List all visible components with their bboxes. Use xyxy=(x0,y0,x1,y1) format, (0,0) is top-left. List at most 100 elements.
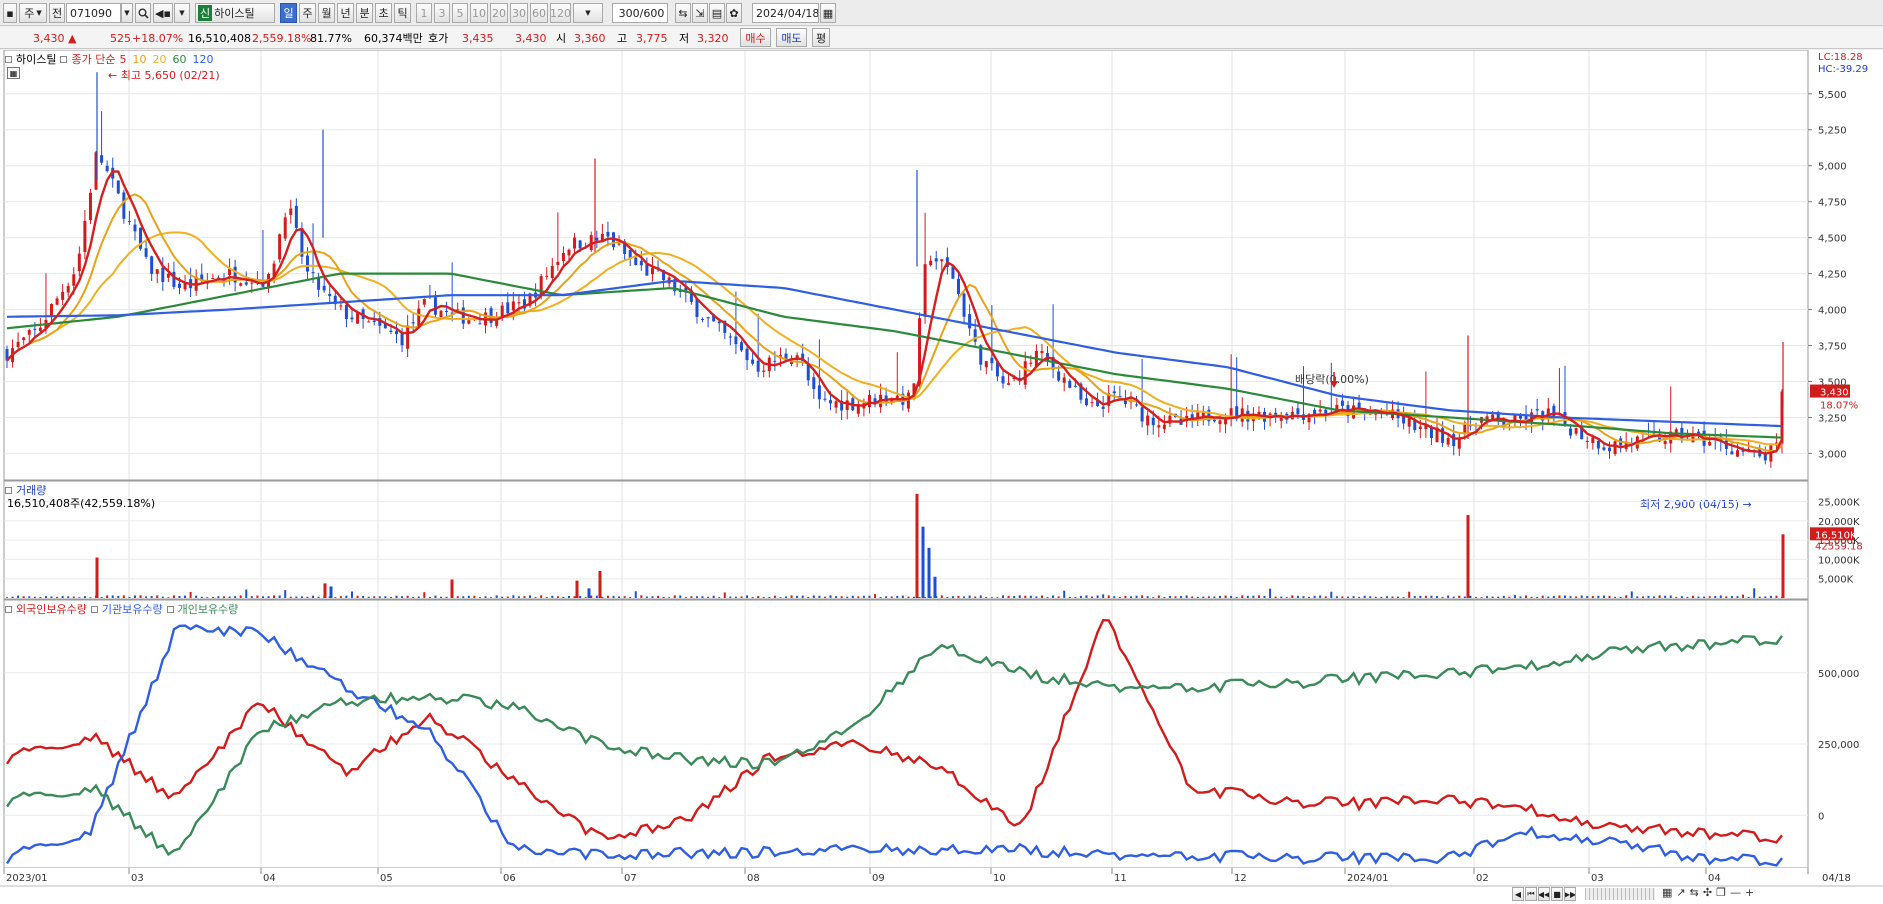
volume-bar xyxy=(974,596,977,598)
history-dropdown-icon[interactable]: ▼ xyxy=(174,3,190,23)
volume-bar xyxy=(634,591,637,598)
institution-holding-label: 기관보유수량 xyxy=(101,603,163,616)
volume-bar xyxy=(261,596,264,598)
prev-button[interactable]: 전 xyxy=(49,3,65,23)
change-rate: +18.07% xyxy=(132,31,184,45)
volume-bar xyxy=(1541,595,1544,598)
scale-icon[interactable]: ⇲ xyxy=(692,3,708,23)
volume-bar xyxy=(1207,596,1210,598)
tab-period-3[interactable]: 년 xyxy=(337,3,354,23)
price-y-tick-label: 5,500 xyxy=(1818,90,1847,101)
count-field[interactable]: 300/600 xyxy=(612,3,668,23)
volume-bar xyxy=(1224,595,1227,598)
date-field[interactable]: 2024/04/18 xyxy=(752,3,819,23)
volume-bar xyxy=(1491,596,1494,598)
volume-bar xyxy=(1664,595,1667,598)
candle-body xyxy=(968,314,972,329)
volume-bar xyxy=(1641,596,1644,598)
scroll-left-icon[interactable]: ◀ xyxy=(1512,887,1524,901)
interval-1[interactable]: 1 xyxy=(416,3,432,23)
volume-bar xyxy=(128,596,131,598)
tab-period-5[interactable]: 초 xyxy=(375,3,392,23)
interval-60[interactable]: 60 xyxy=(530,3,548,23)
candle-body xyxy=(895,395,899,399)
code-dropdown-icon[interactable]: ▼ xyxy=(121,3,133,23)
tab-period-0[interactable]: 일 xyxy=(280,3,297,23)
panel-menu-icon[interactable] xyxy=(5,55,12,63)
volume-bar xyxy=(1007,595,1010,598)
candle-body xyxy=(812,377,816,390)
volume-bar xyxy=(1369,596,1372,598)
candle-body xyxy=(116,180,120,194)
stock-code-input[interactable]: 071090 xyxy=(66,3,121,23)
tab-period-2[interactable]: 월 xyxy=(318,3,335,23)
interval-5[interactable]: 5 xyxy=(452,3,468,23)
stock-name-field[interactable]: 신 하이스틸 xyxy=(195,3,275,23)
panel-config-icon[interactable]: ▦ xyxy=(7,67,20,79)
tab-period-4[interactable]: 분 xyxy=(356,3,373,23)
crosshair-icon[interactable]: ✣ xyxy=(1703,886,1712,899)
panel-menu-icon[interactable] xyxy=(90,605,98,613)
search-icon[interactable] xyxy=(135,3,151,23)
volume-bar xyxy=(200,596,203,598)
candle-body xyxy=(517,302,521,304)
compare-icon[interactable]: ⇆ xyxy=(675,3,691,23)
chart-area[interactable]: 5,500 5,250 5,000 4,750 4,500 4,250 4,000 3,750… xyxy=(0,50,1883,904)
volume-bar xyxy=(517,596,520,598)
first-page-icon[interactable]: ⏮ xyxy=(1525,887,1537,901)
interval-10[interactable]: 10 xyxy=(470,3,488,23)
panel-menu-icon[interactable] xyxy=(166,605,174,613)
volume-bar xyxy=(927,547,931,598)
trade-amount: 60,374백만 xyxy=(364,32,423,45)
draw-tool-icon[interactable]: ↗ xyxy=(1676,886,1685,899)
panel-menu-icon[interactable] xyxy=(5,486,12,494)
zoom-slider[interactable] xyxy=(1585,888,1655,900)
interval-3[interactable]: 3 xyxy=(434,3,450,23)
eval-button[interactable]: 평 xyxy=(812,28,830,47)
volume-bar xyxy=(245,589,248,598)
grid-icon[interactable]: ▦ xyxy=(1662,886,1672,899)
interval-120[interactable]: 120 xyxy=(550,3,571,23)
volume-bar xyxy=(312,595,315,598)
stop-icon[interactable]: ■ xyxy=(1551,887,1563,901)
candle-body xyxy=(250,282,254,284)
panel-menu-icon[interactable] xyxy=(60,55,68,63)
zoom-in-icon[interactable]: + xyxy=(1745,886,1754,899)
save-icon[interactable]: ▤ xyxy=(709,3,725,23)
candle-body xyxy=(940,259,944,262)
volume-bar xyxy=(1157,595,1160,598)
price-volume-chart[interactable]: 5,500 5,250 5,000 4,750 4,500 4,250 4,000 3,750… xyxy=(0,50,1883,904)
volume-bar xyxy=(1419,595,1422,598)
panel-menu-icon[interactable] xyxy=(5,605,12,613)
prev-page-icon[interactable]: ◀◀ xyxy=(1538,887,1550,901)
price-y-tick-label: 4,750 xyxy=(1818,198,1847,209)
ma-legend-60: 60 xyxy=(172,52,187,66)
volume-bar xyxy=(1152,597,1155,598)
compare-icon[interactable]: ⇆ xyxy=(1690,886,1699,899)
period-select[interactable]: 주 ▼ xyxy=(19,3,47,23)
interval-30[interactable]: 30 xyxy=(510,3,528,23)
volume-bar xyxy=(779,597,782,598)
candle-body xyxy=(244,282,248,285)
volume-bar xyxy=(1552,595,1555,598)
volume-bar xyxy=(473,595,476,598)
volume-bar xyxy=(428,596,431,598)
back-arrow-icon[interactable]: ◀▪ xyxy=(153,3,173,23)
sell-button[interactable]: 매도 xyxy=(776,28,807,47)
interval-20[interactable]: 20 xyxy=(490,3,508,23)
interval-dropdown[interactable]: ▼ xyxy=(573,3,603,23)
low-price: 3,320 xyxy=(697,31,729,45)
candle-body xyxy=(77,253,81,272)
buy-button[interactable]: 매수 xyxy=(740,28,771,47)
settings-gear-icon[interactable]: ✿ xyxy=(726,3,742,23)
volume-bar xyxy=(189,591,192,598)
copy-icon[interactable]: ❐ xyxy=(1716,886,1726,899)
calendar-icon[interactable]: ▦ xyxy=(820,3,836,23)
zoom-out-icon[interactable]: — xyxy=(1730,886,1741,899)
tab-period-6[interactable]: 틱 xyxy=(394,3,411,23)
menu-icon[interactable]: ▪ xyxy=(3,3,17,23)
tab-period-1[interactable]: 주 xyxy=(299,3,316,23)
next-page-icon[interactable]: ▶▶ xyxy=(1564,887,1576,901)
candle-body xyxy=(1535,409,1539,411)
volume-bar xyxy=(478,597,481,598)
